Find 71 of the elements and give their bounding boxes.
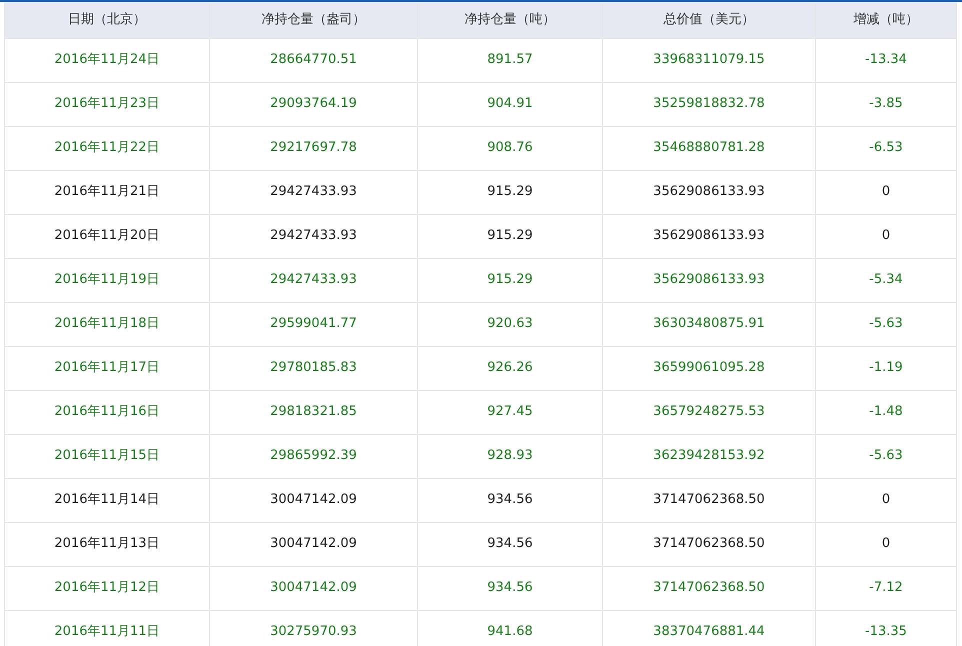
table-cell: 904.91 bbox=[418, 82, 602, 126]
table-cell: 36599061095.28 bbox=[602, 346, 816, 390]
table-cell: -1.48 bbox=[816, 390, 956, 434]
table-cell: 36579248275.53 bbox=[602, 390, 816, 434]
table-cell: 37147062368.50 bbox=[602, 478, 816, 522]
table-cell: 915.29 bbox=[418, 214, 602, 258]
table-cell: -3.85 bbox=[816, 82, 956, 126]
table-cell: 2016年11月12日 bbox=[4, 566, 210, 610]
table-cell: 36239428153.92 bbox=[602, 434, 816, 478]
table-cell: 2016年11月23日 bbox=[4, 82, 210, 126]
column-header: 增减（吨） bbox=[816, 2, 956, 38]
table-cell: 908.76 bbox=[418, 126, 602, 170]
table-cell: 33968311079.15 bbox=[602, 38, 816, 82]
table-cell: 30047142.09 bbox=[210, 522, 418, 566]
table-cell: 928.93 bbox=[418, 434, 602, 478]
table-cell: 934.56 bbox=[418, 478, 602, 522]
table-cell: 2016年11月16日 bbox=[4, 390, 210, 434]
table-cell: 2016年11月11日 bbox=[4, 610, 210, 646]
table-cell: 915.29 bbox=[418, 258, 602, 302]
table-cell: -5.63 bbox=[816, 302, 956, 346]
table-cell: 35259818832.78 bbox=[602, 82, 816, 126]
table-cell: 28664770.51 bbox=[210, 38, 418, 82]
column-header: 净持仓量（盎司） bbox=[210, 2, 418, 38]
table-cell: 29093764.19 bbox=[210, 82, 418, 126]
table-cell: 2016年11月15日 bbox=[4, 434, 210, 478]
table-cell: 30047142.09 bbox=[210, 566, 418, 610]
table-cell: 35629086133.93 bbox=[602, 258, 816, 302]
table-cell: 29427433.93 bbox=[210, 214, 418, 258]
table-cell: 37147062368.50 bbox=[602, 566, 816, 610]
table-cell: 2016年11月18日 bbox=[4, 302, 210, 346]
table-cell: 37147062368.50 bbox=[602, 522, 816, 566]
table-cell: -5.34 bbox=[816, 258, 956, 302]
table-cell: 2016年11月14日 bbox=[4, 478, 210, 522]
table-cell: -13.34 bbox=[816, 38, 956, 82]
table-cell: 29217697.78 bbox=[210, 126, 418, 170]
table-cell: -6.53 bbox=[816, 126, 956, 170]
table-cell: 2016年11月24日 bbox=[4, 38, 210, 82]
table-cell: 0 bbox=[816, 522, 956, 566]
table-cell: 2016年11月21日 bbox=[4, 170, 210, 214]
table-cell: 0 bbox=[816, 170, 956, 214]
table-cell: 915.29 bbox=[418, 170, 602, 214]
table-cell: 926.26 bbox=[418, 346, 602, 390]
table-cell: 2016年11月13日 bbox=[4, 522, 210, 566]
table-cell: 29427433.93 bbox=[210, 170, 418, 214]
column-header: 净持仓量（吨） bbox=[418, 2, 602, 38]
table-cell: 35629086133.93 bbox=[602, 214, 816, 258]
table-cell: 29818321.85 bbox=[210, 390, 418, 434]
table-cell: 934.56 bbox=[418, 522, 602, 566]
column-header: 日期（北京） bbox=[4, 2, 210, 38]
table-cell: 35629086133.93 bbox=[602, 170, 816, 214]
table-cell: 36303480875.91 bbox=[602, 302, 816, 346]
table-cell: 920.63 bbox=[418, 302, 602, 346]
table-cell: 2016年11月19日 bbox=[4, 258, 210, 302]
table-cell: 29427433.93 bbox=[210, 258, 418, 302]
table-cell: -7.12 bbox=[816, 566, 956, 610]
table-cell: 934.56 bbox=[418, 566, 602, 610]
table-cell: 29599041.77 bbox=[210, 302, 418, 346]
table-cell: 35468880781.28 bbox=[602, 126, 816, 170]
table-cell: 2016年11月17日 bbox=[4, 346, 210, 390]
table-cell: 29865992.39 bbox=[210, 434, 418, 478]
table-cell: 2016年11月22日 bbox=[4, 126, 210, 170]
table-cell: 0 bbox=[816, 478, 956, 522]
table-cell: 2016年11月20日 bbox=[4, 214, 210, 258]
column-header: 总价值（美元） bbox=[602, 2, 816, 38]
table-cell: 29780185.83 bbox=[210, 346, 418, 390]
table-cell: -1.19 bbox=[816, 346, 956, 390]
table-cell: 891.57 bbox=[418, 38, 602, 82]
table-cell: 0 bbox=[816, 214, 956, 258]
table-cell: 927.45 bbox=[418, 390, 602, 434]
table-cell: -5.63 bbox=[816, 434, 956, 478]
table-cell: 30047142.09 bbox=[210, 478, 418, 522]
